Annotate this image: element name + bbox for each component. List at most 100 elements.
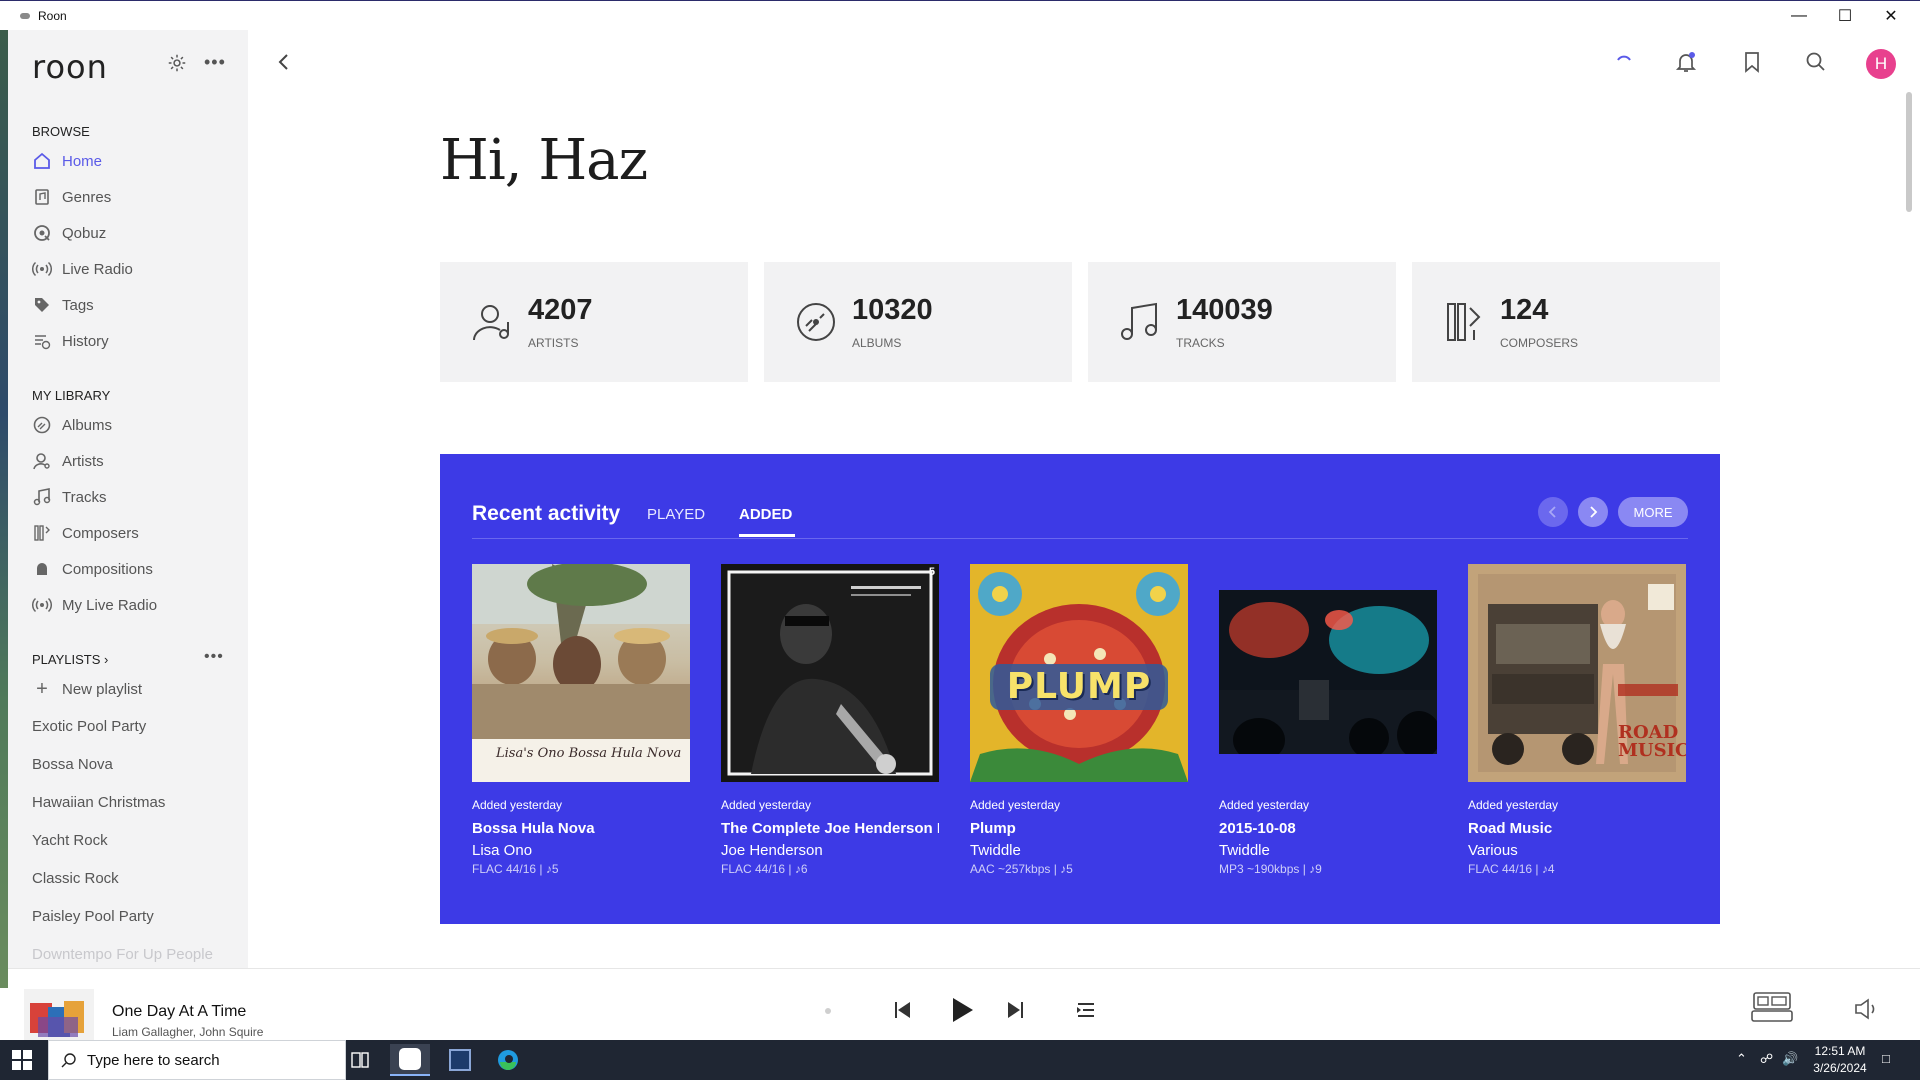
- now-playing-artist[interactable]: Liam Gallagher, John Squire: [112, 1025, 263, 1039]
- maximize-button[interactable]: ☐: [1822, 1, 1868, 31]
- next-track-icon[interactable]: [1002, 996, 1030, 1024]
- album-cover[interactable]: ROAD MUSIC: [1468, 564, 1686, 782]
- album-artist[interactable]: Various: [1468, 842, 1518, 859]
- speaker-icon[interactable]: 🔊: [1782, 1051, 1798, 1067]
- greeting-heading: Hi, Haz: [440, 128, 648, 193]
- action-center-icon[interactable]: □: [1882, 1051, 1890, 1066]
- playlists-heading[interactable]: PLAYLISTS ›: [32, 652, 108, 667]
- playlist-item[interactable]: Hawaiian Christmas: [32, 794, 165, 811]
- stat-card-artists[interactable]: 4207 ARTISTS: [440, 262, 748, 382]
- sidebar-item-compositions[interactable]: Compositions: [32, 554, 232, 584]
- tab-played[interactable]: PLAYED: [647, 506, 705, 523]
- sidebar-item-label: Tracks: [62, 488, 107, 506]
- stat-card-composers[interactable]: 124 COMPOSERS: [1412, 262, 1720, 382]
- stat-card-albums[interactable]: 10320 ALBUMS: [764, 262, 1072, 382]
- more-icon[interactable]: •••: [204, 52, 226, 73]
- stat-label: ALBUMS: [852, 336, 902, 350]
- sidebar-item-label: History: [62, 332, 109, 350]
- task-view-icon[interactable]: [340, 1044, 380, 1076]
- volume-icon[interactable]: [1852, 995, 1880, 1023]
- history-icon: [35, 335, 51, 350]
- album-cover-text: Lisa's Ono Bossa Hula Nova: [496, 746, 682, 761]
- album-cover[interactable]: PLUMP: [970, 564, 1188, 782]
- taskbar-edge-app[interactable]: [488, 1044, 528, 1076]
- album-artist[interactable]: Lisa Ono: [472, 842, 532, 859]
- album-title[interactable]: Plump: [970, 820, 1188, 837]
- taskbar-date: 3/26/2024: [1813, 1061, 1867, 1075]
- minimize-button[interactable]: —: [1776, 1, 1822, 31]
- playlist-item[interactable]: Paisley Pool Party: [32, 908, 154, 925]
- playlist-item[interactable]: Yacht Rock: [32, 832, 108, 849]
- album-title[interactable]: Road Music: [1468, 820, 1686, 837]
- playlist-item[interactable]: Exotic Pool Party: [32, 718, 146, 735]
- radio-indicator-dot[interactable]: [821, 1004, 835, 1018]
- playlist-item[interactable]: Bossa Nova: [32, 756, 113, 773]
- sidebar-item-my-live-radio[interactable]: My Live Radio: [32, 590, 232, 620]
- sidebar-item-qobuz[interactable]: Qobuz: [32, 218, 232, 248]
- vertical-scrollbar[interactable]: [1906, 92, 1912, 212]
- playlist-item[interactable]: Downtempo For Up People: [32, 946, 213, 963]
- more-button[interactable]: MORE: [1618, 497, 1688, 527]
- play-icon[interactable]: [944, 993, 978, 1027]
- stat-card-tracks[interactable]: 140039 TRACKS: [1088, 262, 1396, 382]
- artist-icon: [473, 305, 509, 341]
- sidebar-item-genres[interactable]: Genres: [32, 182, 232, 212]
- new-playlist-button[interactable]: + New playlist: [32, 674, 232, 704]
- now-playing-cover[interactable]: [24, 989, 94, 1041]
- album-title[interactable]: Bossa Hula Nova: [472, 820, 690, 837]
- album-added-date: Added yesterday: [721, 798, 812, 812]
- windows-start-icon[interactable]: [12, 1050, 32, 1070]
- album-cover[interactable]: 5: [721, 564, 939, 782]
- sidebar-item-albums[interactable]: Albums: [32, 410, 232, 440]
- sidebar-item-tracks[interactable]: Tracks: [32, 482, 232, 512]
- genres-icon: [35, 189, 49, 205]
- album-format: MP3 ~190kbps | ♪9: [1219, 862, 1322, 876]
- album-artist[interactable]: Joe Henderson: [721, 842, 823, 859]
- playlists-more-icon[interactable]: •••: [204, 648, 224, 666]
- album-cover[interactable]: [1219, 590, 1437, 754]
- tray-overflow-chevron-icon[interactable]: ⌃: [1736, 1051, 1747, 1067]
- network-icon[interactable]: ☍: [1760, 1051, 1773, 1067]
- sidebar-item-label: Tags: [62, 296, 94, 314]
- back-arrow-icon[interactable]: [272, 50, 296, 74]
- queue-icon[interactable]: [1072, 996, 1100, 1024]
- taskbar-app-media[interactable]: [440, 1044, 480, 1076]
- stat-value: 140039: [1176, 294, 1273, 326]
- album-artist[interactable]: Twiddle: [1219, 842, 1270, 859]
- album-icon: [33, 416, 51, 434]
- search-icon[interactable]: [1804, 50, 1828, 74]
- window-titlebar: Roon — ☐ ✕: [0, 0, 1920, 30]
- user-avatar[interactable]: H: [1866, 49, 1896, 79]
- stat-value: 4207: [528, 294, 593, 326]
- browse-heading: BROWSE: [32, 124, 90, 139]
- album-artist[interactable]: Twiddle: [970, 842, 1021, 859]
- sidebar-item-live-radio[interactable]: Live Radio: [32, 254, 232, 284]
- close-button[interactable]: ✕: [1868, 1, 1914, 31]
- bookmark-icon[interactable]: [1740, 50, 1764, 74]
- taskbar-clock[interactable]: 12:51 AM 3/26/2024: [1800, 1043, 1880, 1077]
- sidebar-item-composers[interactable]: Composers: [32, 518, 232, 548]
- taskbar-roon-app[interactable]: [390, 1044, 430, 1076]
- settings-icon[interactable]: [166, 52, 188, 74]
- now-playing-title[interactable]: One Day At A Time: [112, 1003, 246, 1021]
- album-title[interactable]: The Complete Joe Henderson Blue Note Stu…: [721, 820, 939, 837]
- playlist-item[interactable]: Classic Rock: [32, 870, 119, 887]
- previous-track-icon[interactable]: [888, 996, 916, 1024]
- album-title[interactable]: 2015-10-08: [1219, 820, 1437, 837]
- taskbar-search-box[interactable]: Type here to search: [48, 1040, 346, 1080]
- carousel-prev-button[interactable]: [1538, 497, 1568, 527]
- sidebar-item-artists[interactable]: Artists: [32, 446, 232, 476]
- sidebar-item-tags[interactable]: Tags: [32, 290, 232, 320]
- carousel-next-button[interactable]: [1578, 497, 1608, 527]
- zone-device-icon[interactable]: [1750, 989, 1794, 1025]
- album-cover[interactable]: Lisa's Ono Bossa Hula Nova: [472, 564, 690, 782]
- tab-added[interactable]: ADDED: [739, 506, 792, 523]
- album-cover-text: PLUMP: [1006, 666, 1152, 707]
- recent-activity-panel: Recent activity PLAYED ADDED MORE Lisa's…: [440, 454, 1720, 924]
- album-artwork: [727, 570, 933, 776]
- sidebar-item-home[interactable]: Home: [32, 146, 232, 176]
- sidebar-item-history[interactable]: History: [32, 326, 232, 356]
- sidebar-item-label: My Live Radio: [62, 596, 158, 614]
- new-playlist-label: New playlist: [62, 680, 143, 698]
- notifications-bell-icon[interactable]: [1674, 50, 1698, 74]
